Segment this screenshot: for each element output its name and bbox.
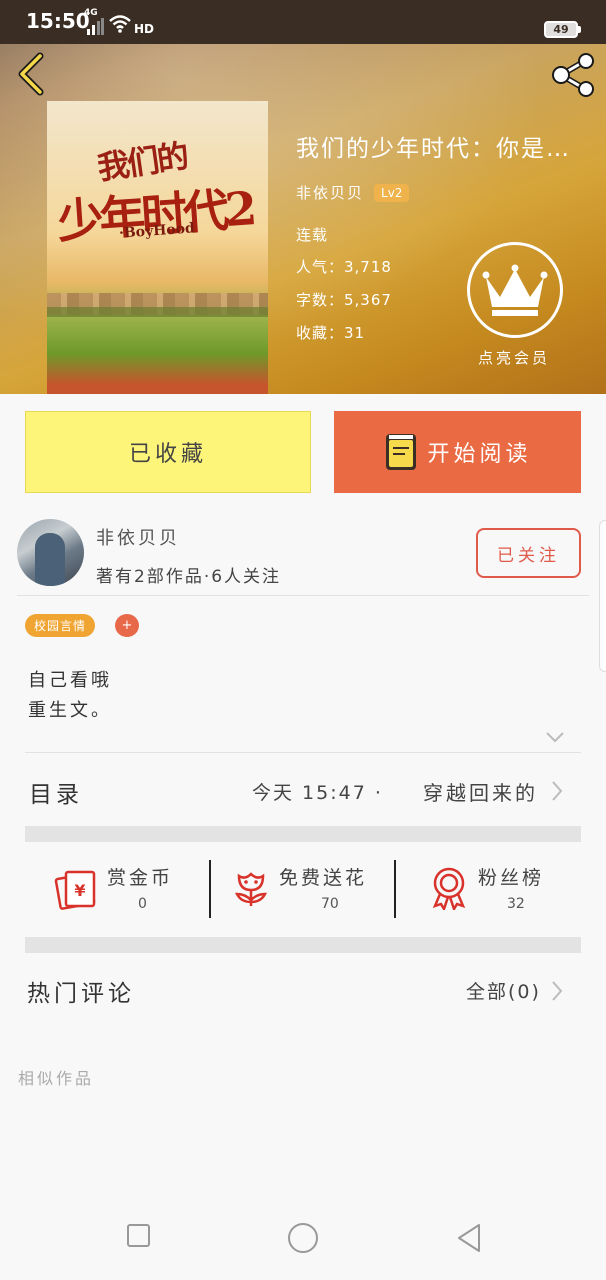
book-cover[interactable]: 我们的 少年时代2 ·BoyHood <box>47 101 268 394</box>
word-count: 字数：5,367 <box>296 291 392 309</box>
stat-separator <box>209 860 211 918</box>
wifi-icon <box>109 15 131 33</box>
all-comments-label: 全部(0) <box>466 981 541 1003</box>
book-icon <box>386 434 417 470</box>
book-title: 我们的少年时代：你是… <box>296 136 571 162</box>
battery-tip <box>578 26 581 33</box>
edge-panel-handle[interactable] <box>599 520 606 672</box>
reward-coins-value: 0 <box>138 896 147 912</box>
fan-ranking-value: 32 <box>507 896 525 912</box>
chevron-right-icon <box>552 981 563 1001</box>
author-name[interactable]: 非依贝贝 <box>96 524 180 550</box>
back-triangle-icon[interactable] <box>456 1223 482 1253</box>
fan-ranking[interactable]: 粉丝榜 32 <box>427 858 577 918</box>
description-line: 自己看哦 <box>28 670 112 691</box>
crown-icon <box>482 264 548 316</box>
fan-ranking-label: 粉丝榜 <box>478 867 545 889</box>
system-nav-bar <box>0 1195 606 1280</box>
svg-text:¥: ¥ <box>74 881 85 900</box>
section-separator <box>25 937 581 953</box>
vip-button[interactable] <box>467 242 563 338</box>
free-flowers-label: 免费送花 <box>279 867 368 889</box>
collected-label: 已收藏 <box>128 442 207 467</box>
follow-label: 已关注 <box>497 545 560 566</box>
battery-level: 49 <box>553 23 569 36</box>
divider <box>25 752 581 753</box>
red-envelope-icon: ¥ <box>54 870 96 910</box>
add-tag-button[interactable]: + <box>115 614 139 637</box>
popularity: 人气：3,718 <box>296 258 392 276</box>
similar-works-title: 相似作品 <box>18 1069 95 1088</box>
collected-button[interactable]: 已收藏 <box>25 411 311 493</box>
hot-comments-title: 热门评论 <box>27 981 135 1007</box>
hd-label: HD <box>134 22 155 36</box>
award-medal-icon <box>432 867 466 910</box>
recent-apps-button[interactable] <box>127 1224 150 1247</box>
serial-status: 连载 <box>296 226 329 244</box>
reward-coins-label: 赏金币 <box>107 867 174 889</box>
follow-button[interactable]: 已关注 <box>476 528 581 578</box>
status-time: 15:50 <box>26 9 90 33</box>
vip-label[interactable]: 点亮会员 <box>478 347 550 368</box>
section-separator <box>25 826 581 842</box>
flower-icon <box>234 872 268 906</box>
home-button[interactable] <box>288 1223 318 1253</box>
book-header: 15:50 4G HD 49 我们的 少年时代2 ·BoyHood 我们的少年时… <box>0 0 606 394</box>
level-badge: Lv2 <box>374 183 410 202</box>
toc-latest-chapter: 穿越回来的 <box>423 781 538 805</box>
status-bar: 15:50 4G HD 49 <box>0 0 606 44</box>
author-stats: 著有2部作品·6人关注 <box>96 567 282 587</box>
back-chevron-icon[interactable] <box>14 52 48 96</box>
cover-trees <box>47 307 268 317</box>
avatar[interactable] <box>17 519 84 586</box>
chevron-right-icon <box>552 781 563 801</box>
toc-updated-time: 今天 15:47 · <box>252 782 383 804</box>
start-reading-label: 开始阅读 <box>427 442 532 467</box>
stat-separator <box>394 860 396 918</box>
reward-coins[interactable]: ¥ 赏金币 0 <box>54 858 204 918</box>
expand-chevron-icon[interactable] <box>545 730 565 744</box>
free-flowers[interactable]: 免费送花 70 <box>229 858 389 918</box>
divider <box>17 595 589 596</box>
tag-campus-romance[interactable]: 校园言情 <box>25 614 96 637</box>
free-flowers-value: 70 <box>321 896 339 912</box>
share-icon[interactable] <box>549 53 597 97</box>
description-line: 重生文。 <box>28 700 112 721</box>
start-reading-button[interactable]: 开始阅读 <box>334 411 581 493</box>
toc-label: 目录 <box>29 782 83 808</box>
network-label: 4G <box>84 8 98 18</box>
signal-icon <box>87 18 104 35</box>
avatar-figure <box>35 533 65 586</box>
battery-icon: 49 <box>544 21 578 38</box>
favorites-count: 收藏：31 <box>296 324 366 342</box>
author-line: 非依贝贝 Lv2 <box>296 182 410 203</box>
header-author-name[interactable]: 非依贝贝 <box>296 182 364 203</box>
cover-title-line2: 少年时代2 <box>55 181 255 249</box>
